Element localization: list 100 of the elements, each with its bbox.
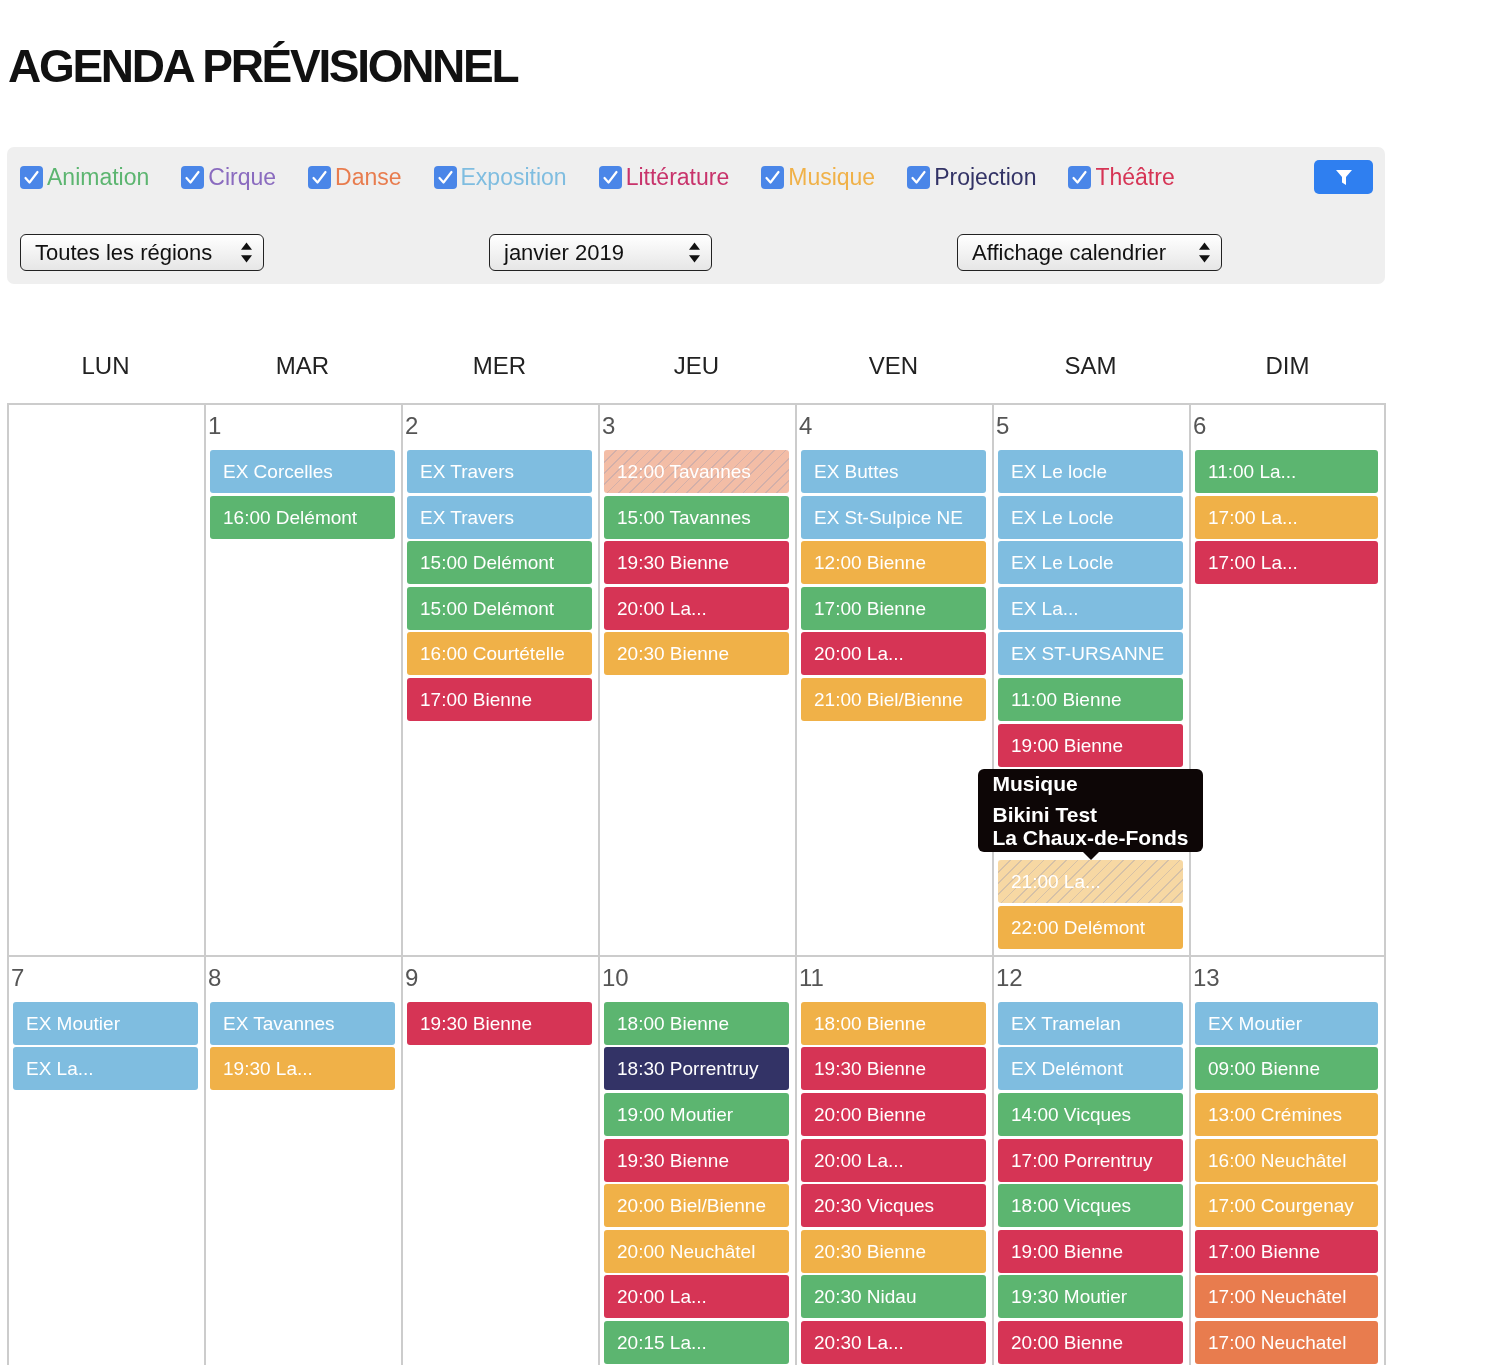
calendar-event[interactable]: 09:00 Bienne (1195, 1047, 1378, 1091)
calendar-event[interactable]: 19:30 Moutier (998, 1275, 1183, 1319)
calendar-event[interactable]: 19:30 Bienne (801, 1047, 986, 1091)
calendar-event[interactable]: 16:00 Neuchâtel (1195, 1138, 1378, 1182)
month-select[interactable]: janvier 2019 (489, 234, 712, 271)
calendar-event[interactable]: 21:00 La... (998, 860, 1183, 904)
day-number: 12 (996, 963, 1023, 991)
calendar-event[interactable]: 17:00 Bienne (1195, 1229, 1378, 1273)
calendar-event[interactable]: EX Le locle (998, 450, 1183, 493)
calendar-event[interactable]: EX Tavannes (210, 1001, 395, 1045)
calendar-event[interactable]: 22:00 Delémont (998, 905, 1183, 949)
calendar-event[interactable]: 17:00 Neuchâtel (1195, 1275, 1378, 1319)
calendar-event[interactable]: 17:00 Courgenay (1195, 1184, 1378, 1228)
calendar-event[interactable]: 21:00 Biel/Bienne (801, 677, 986, 721)
updown-arrows-icon (689, 242, 700, 263)
category-label[interactable]: Projection (934, 163, 1037, 191)
filter-icon (1335, 169, 1352, 185)
tooltip-title: Bikini Test (992, 803, 1098, 827)
calendar-event[interactable]: 17:00 Neuchatel (1195, 1320, 1378, 1364)
checkbox[interactable] (761, 165, 785, 189)
calendar-event[interactable]: 17:00 La... (1195, 541, 1378, 585)
updown-arrows-icon (241, 242, 252, 263)
calendar-event[interactable]: 19:00 Bienne (998, 1229, 1183, 1273)
calendar-event[interactable]: EX Travers (407, 450, 592, 493)
calendar-event[interactable]: EX Le Locle (998, 541, 1183, 585)
calendar-event[interactable]: EX ST-URSANNE (998, 632, 1183, 676)
day-number: 13 (1193, 963, 1220, 991)
checkbox[interactable] (433, 165, 457, 189)
calendar-event[interactable]: EX Moutier (1195, 1001, 1378, 1045)
calendar-event[interactable]: 19:30 Bienne (407, 1001, 592, 1045)
calendar-event[interactable]: 17:00 Bienne (407, 677, 592, 721)
calendar-event[interactable]: 20:30 La... (801, 1320, 986, 1364)
calendar-event[interactable]: 16:00 Delémont (210, 495, 395, 539)
calendar-event[interactable]: 20:00 La... (801, 632, 986, 676)
category-label[interactable]: Animation (47, 163, 150, 191)
calendar-event[interactable]: 19:30 Bienne (604, 541, 789, 585)
calendar-event[interactable]: 20:30 Nidau (801, 1275, 986, 1319)
calendar-event[interactable]: EX Delémont (998, 1047, 1183, 1091)
calendar-event[interactable]: 20:30 Bienne (801, 1229, 986, 1273)
calendar-event[interactable]: EX Corcelles (210, 450, 395, 493)
calendar-event[interactable]: EX La... (998, 586, 1183, 630)
calendar-event[interactable]: 17:00 La... (1195, 495, 1378, 539)
calendar-event[interactable]: 12:00 Bienne (801, 541, 986, 585)
calendar-event[interactable]: 20:15 La... (604, 1320, 789, 1364)
weekday-label: JEU (673, 352, 720, 379)
calendar-event[interactable]: 20:00 La... (801, 1138, 986, 1182)
checkbox[interactable] (598, 165, 622, 189)
checkbox[interactable] (20, 165, 43, 189)
calendar-event[interactable]: 20:00 La... (604, 1275, 789, 1319)
region-select[interactable]: Toutes les régions (20, 234, 264, 271)
calendar-event[interactable]: 19:30 La... (210, 1047, 395, 1091)
category-label[interactable]: Danse (335, 163, 402, 191)
calendar-event[interactable]: 20:00 Biel/Bienne (604, 1184, 789, 1228)
calendar-event[interactable]: 20:00 Neuchâtel (604, 1229, 789, 1273)
calendar-event[interactable]: 20:30 Bienne (604, 632, 789, 676)
calendar-event[interactable]: 15:00 Delémont (407, 541, 592, 585)
calendar-event[interactable]: 20:00 La... (604, 586, 789, 630)
checkbox[interactable] (907, 165, 931, 189)
weekday-label: DIM (1265, 352, 1310, 379)
calendar-event[interactable]: 14:00 Vicques (998, 1092, 1183, 1136)
calendar-event[interactable]: 15:00 Tavannes (604, 495, 789, 539)
tooltip-heading: Musique (992, 772, 1078, 796)
weekday-label: MER (472, 352, 527, 379)
category-label[interactable]: Cirque (208, 163, 277, 191)
calendar-event[interactable]: 12:00 Tavannes (604, 450, 789, 493)
calendar-event[interactable]: 17:00 Bienne (801, 586, 986, 630)
calendar-event[interactable]: 11:00 Bienne (998, 677, 1183, 721)
calendar-event[interactable]: 17:00 Porrentruy (998, 1138, 1183, 1182)
calendar-event[interactable]: 20:30 Vicques (801, 1184, 986, 1228)
calendar-event[interactable]: EX Le Locle (998, 495, 1183, 539)
calendar-event[interactable]: 16:00 Courtételle (407, 632, 592, 676)
filter-button[interactable] (1314, 160, 1373, 194)
category-label[interactable]: Musique (788, 163, 876, 191)
checkbox[interactable] (1068, 165, 1092, 189)
calendar-event[interactable]: 19:00 Bienne (998, 723, 1183, 767)
calendar-event[interactable]: 11:00 La... (1195, 450, 1378, 493)
calendar-event[interactable]: EX Moutier (13, 1001, 198, 1045)
calendar-event[interactable]: 18:30 Porrentruy (604, 1047, 789, 1091)
calendar-event[interactable]: 13:00 Crémines (1195, 1092, 1378, 1136)
calendar-event[interactable]: EX La... (13, 1047, 198, 1091)
calendar-event[interactable]: 20:00 Bienne (998, 1320, 1183, 1364)
weekday-label: LUN (81, 352, 130, 379)
calendar-event[interactable]: EX Tramelan (998, 1001, 1183, 1045)
category-label[interactable]: Littérature (625, 163, 730, 191)
checkbox[interactable] (308, 165, 332, 189)
calendar-event[interactable]: 15:00 Delémont (407, 586, 592, 630)
checkbox[interactable] (181, 165, 205, 189)
category-label[interactable]: Théâtre (1095, 163, 1175, 191)
view-select[interactable]: Affichage calendrier (957, 234, 1222, 271)
calendar-event[interactable]: 19:30 Bienne (604, 1138, 789, 1182)
calendar-event[interactable]: 18:00 Bienne (604, 1001, 789, 1045)
calendar-event[interactable]: 18:00 Vicques (998, 1184, 1183, 1228)
calendar-event[interactable]: EX Buttes (801, 450, 986, 493)
calendar-event[interactable]: EX Travers (407, 495, 592, 539)
day-number: 11 (799, 963, 824, 991)
calendar-event[interactable]: 19:00 Moutier (604, 1092, 789, 1136)
category-label[interactable]: Exposition (460, 163, 567, 191)
calendar-event[interactable]: 20:00 Bienne (801, 1092, 986, 1136)
calendar-event[interactable]: EX St-Sulpice NE (801, 495, 986, 539)
calendar-event[interactable]: 18:00 Bienne (801, 1001, 986, 1045)
